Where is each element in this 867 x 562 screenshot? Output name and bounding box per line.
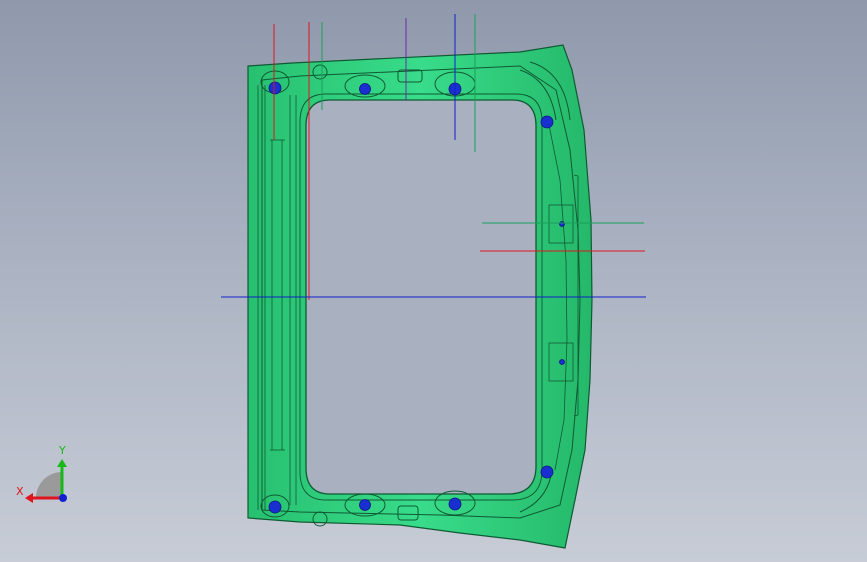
- axis-triad: X Y: [16, 444, 67, 503]
- x-axis-arrowhead: [25, 493, 33, 503]
- hole-top-2: [359, 83, 371, 95]
- hole-bottom-3: [448, 497, 462, 511]
- z-axis-dot: [59, 494, 67, 502]
- x-axis-label: X: [16, 485, 24, 498]
- cad-viewport[interactable]: X Y: [0, 0, 867, 562]
- hole-right-top: [540, 115, 554, 129]
- hole-tab-2: [559, 359, 565, 365]
- triad-quadrant: [36, 472, 62, 498]
- hole-bottom-2: [359, 499, 371, 511]
- y-axis-label: Y: [58, 444, 66, 457]
- hole-tab-1: [559, 221, 565, 227]
- hole-bottom-1: [268, 500, 282, 514]
- door-frame-model[interactable]: [0, 0, 867, 562]
- hole-top-1: [268, 81, 282, 95]
- y-axis-arrowhead: [57, 459, 67, 467]
- hole-right-bottom: [540, 465, 554, 479]
